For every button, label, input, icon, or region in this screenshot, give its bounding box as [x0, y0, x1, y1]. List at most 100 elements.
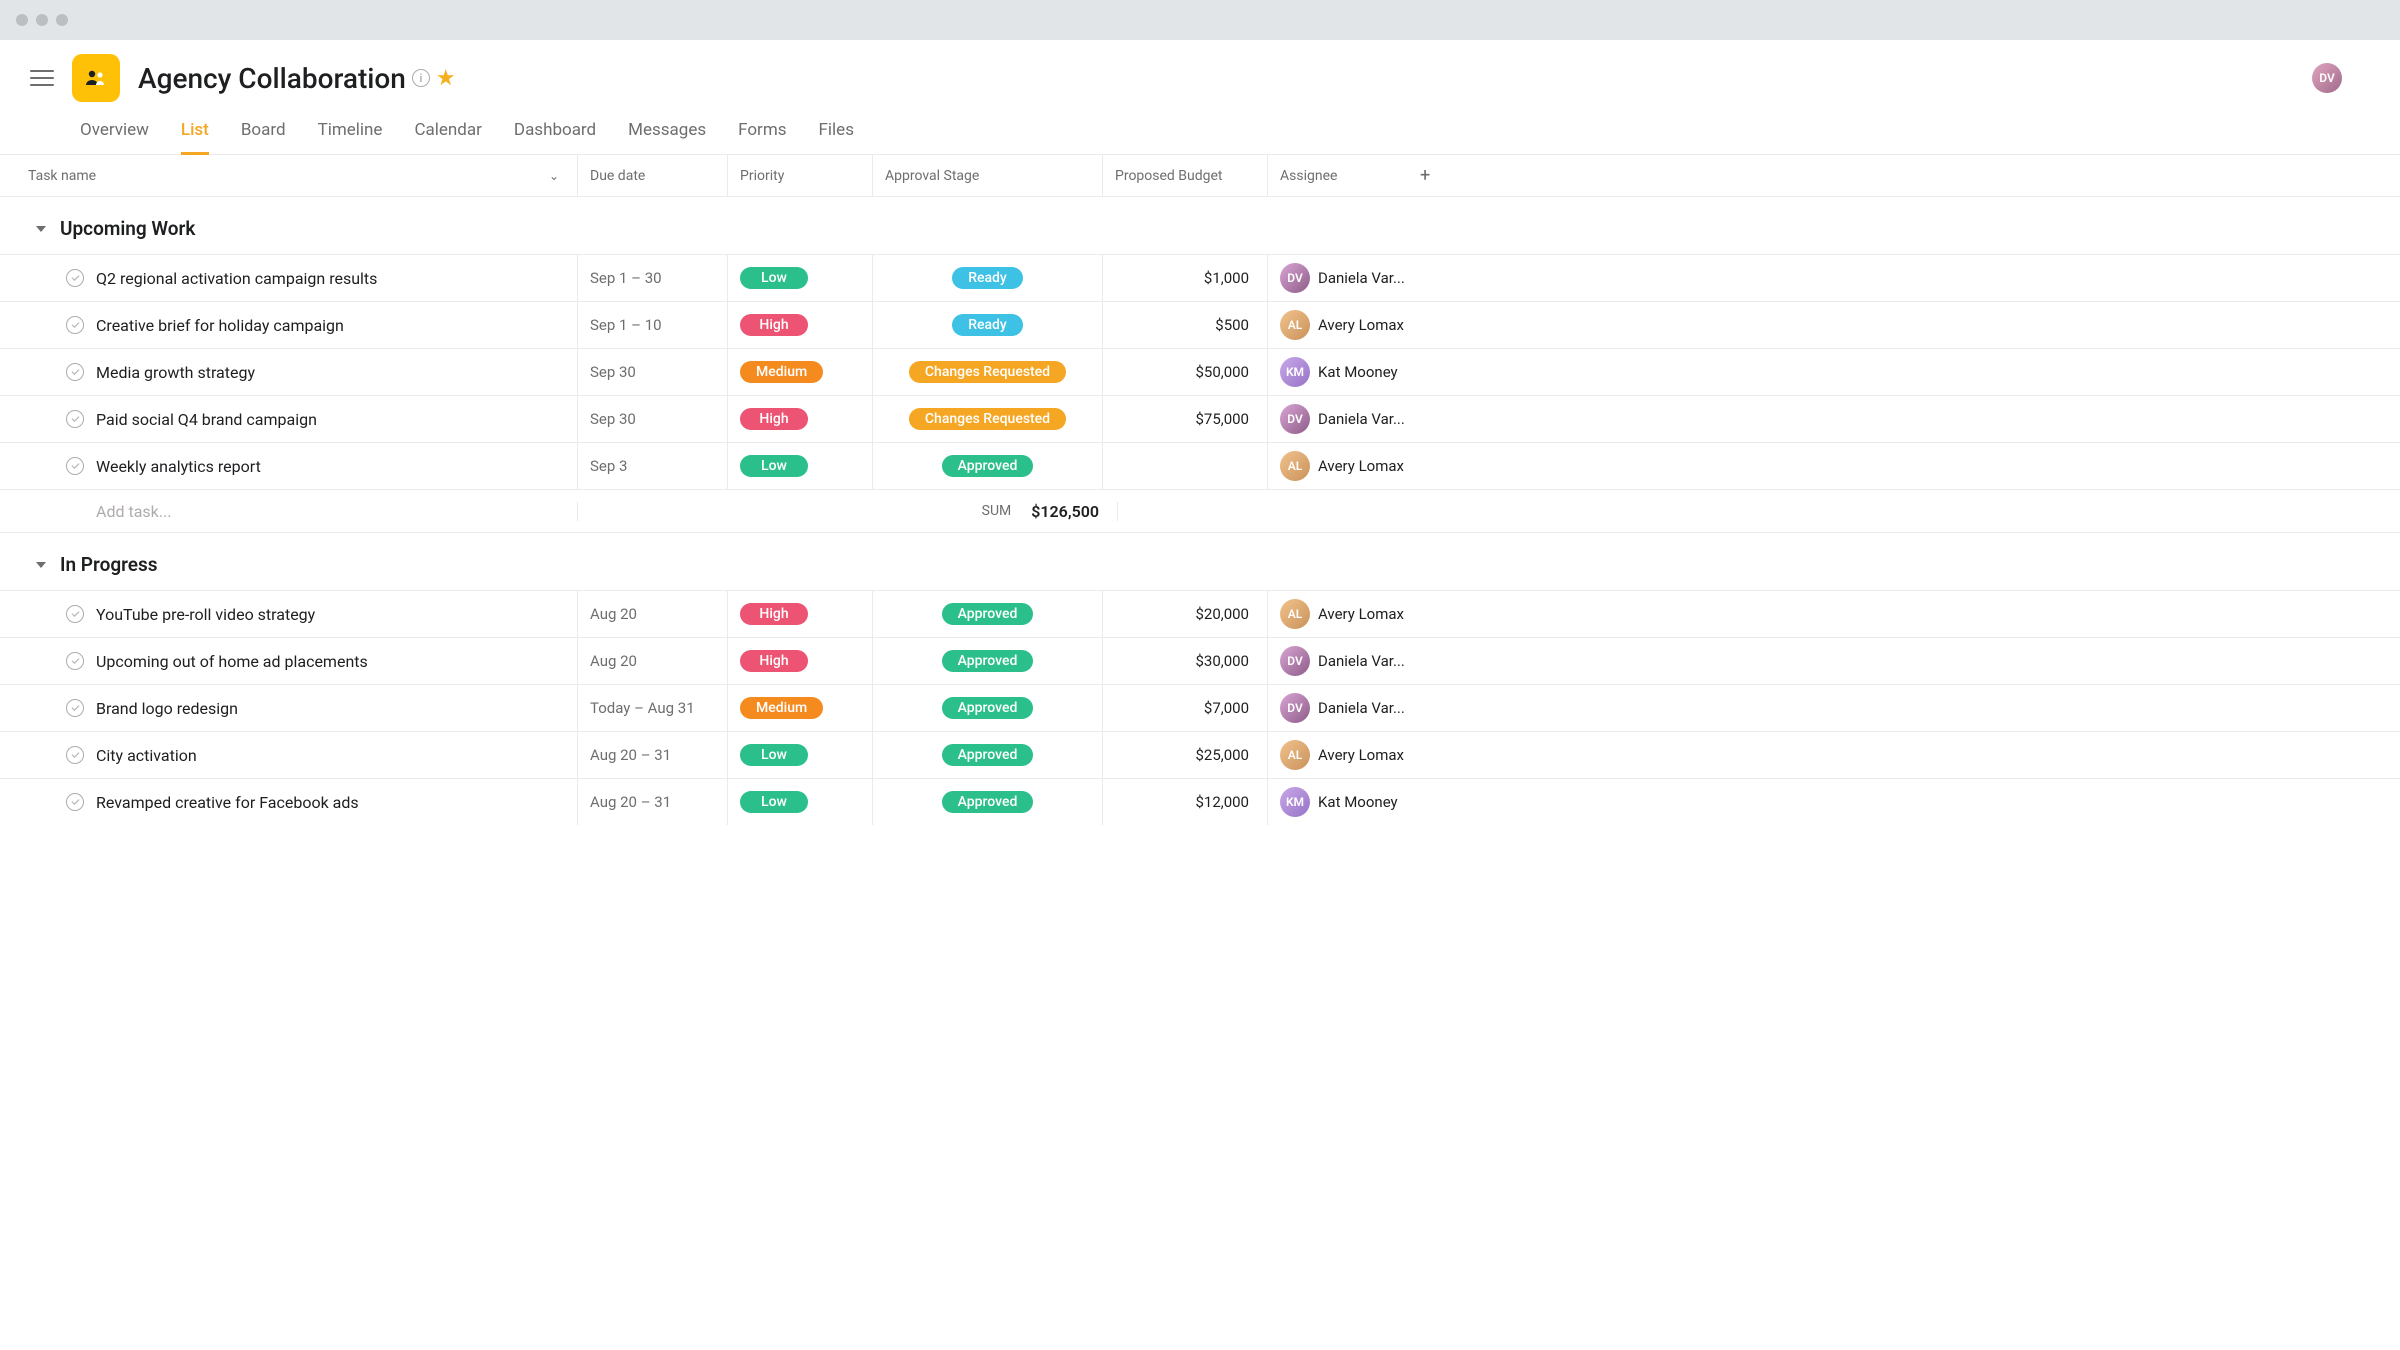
priority-cell[interactable]: High [728, 591, 873, 637]
star-icon[interactable]: ★ [436, 66, 456, 91]
tab-dashboard[interactable]: Dashboard [514, 120, 596, 155]
budget-cell[interactable]: $1,000 [1103, 255, 1268, 301]
approval-stage-cell[interactable]: Approved [873, 591, 1103, 637]
complete-task-icon[interactable] [66, 269, 84, 287]
assignee-cell[interactable]: DVDaniela Var... [1268, 685, 1417, 731]
budget-cell[interactable]: $25,000 [1103, 732, 1268, 778]
complete-task-icon[interactable] [66, 457, 84, 475]
due-date-cell[interactable]: Sep 1 – 10 [578, 302, 728, 348]
assignee-cell[interactable]: KMKat Mooney [1268, 779, 1410, 825]
priority-cell[interactable]: High [728, 638, 873, 684]
tab-timeline[interactable]: Timeline [318, 120, 383, 155]
tab-forms[interactable]: Forms [738, 120, 786, 155]
assignee-cell[interactable]: DVDaniela Var... [1268, 638, 1417, 684]
budget-cell[interactable]: $30,000 [1103, 638, 1268, 684]
approval-stage-cell[interactable]: Approved [873, 443, 1103, 489]
assignee-cell[interactable]: KMKat Mooney [1268, 349, 1410, 395]
approval-stage-cell[interactable]: Changes Requested [873, 349, 1103, 395]
complete-task-icon[interactable] [66, 363, 84, 381]
task-row[interactable]: Q2 regional activation campaign resultsS… [0, 254, 2400, 301]
task-name-cell[interactable]: Creative brief for holiday campaign [0, 302, 578, 348]
complete-task-icon[interactable] [66, 699, 84, 717]
task-row[interactable]: Upcoming out of home ad placementsAug 20… [0, 637, 2400, 684]
task-name-cell[interactable]: City activation [0, 732, 578, 778]
complete-task-icon[interactable] [66, 746, 84, 764]
task-name-cell[interactable]: Weekly analytics report [0, 443, 578, 489]
window-minimize-icon[interactable] [36, 14, 48, 26]
priority-cell[interactable]: High [728, 302, 873, 348]
task-name-cell[interactable]: Media growth strategy [0, 349, 578, 395]
complete-task-icon[interactable] [66, 316, 84, 334]
assignee-cell[interactable]: ALAvery Lomax [1268, 591, 1416, 637]
column-header-priority[interactable]: Priority [728, 155, 873, 196]
due-date-cell[interactable]: Aug 20 [578, 638, 728, 684]
budget-cell[interactable]: $500 [1103, 302, 1268, 348]
task-row[interactable]: Paid social Q4 brand campaignSep 30HighC… [0, 395, 2400, 442]
due-date-cell[interactable]: Sep 30 [578, 396, 728, 442]
priority-cell[interactable]: High [728, 396, 873, 442]
tab-files[interactable]: Files [819, 120, 854, 155]
task-name-cell[interactable]: Paid social Q4 brand campaign [0, 396, 578, 442]
task-name-cell[interactable]: YouTube pre-roll video strategy [0, 591, 578, 637]
section-collapse-icon[interactable] [36, 562, 46, 568]
hamburger-menu-icon[interactable] [30, 66, 54, 90]
window-zoom-icon[interactable] [56, 14, 68, 26]
add-task-row[interactable]: Add task...SUM$126,500 [0, 489, 2400, 533]
column-header-budget[interactable]: Proposed Budget [1103, 155, 1268, 196]
approval-stage-cell[interactable]: Ready [873, 302, 1103, 348]
approval-stage-cell[interactable]: Ready [873, 255, 1103, 301]
task-row[interactable]: Weekly analytics reportSep 3LowApproved A… [0, 442, 2400, 489]
task-name-cell[interactable]: Q2 regional activation campaign results [0, 255, 578, 301]
tab-calendar[interactable]: Calendar [414, 120, 481, 155]
assignee-cell[interactable]: DVDaniela Var... [1268, 255, 1417, 301]
section-header[interactable]: In Progress [0, 533, 2400, 590]
budget-cell[interactable]: $50,000 [1103, 349, 1268, 395]
section-header[interactable]: Upcoming Work [0, 197, 2400, 254]
budget-cell[interactable]: $20,000 [1103, 591, 1268, 637]
priority-cell[interactable]: Low [728, 779, 873, 825]
assignee-cell[interactable]: DVDaniela Var... [1268, 396, 1417, 442]
tab-overview[interactable]: Overview [80, 120, 149, 155]
task-row[interactable]: YouTube pre-roll video strategyAug 20Hig… [0, 590, 2400, 637]
column-header-assignee[interactable]: Assignee [1268, 155, 1408, 196]
tab-board[interactable]: Board [241, 120, 286, 155]
task-row[interactable]: Media growth strategySep 30MediumChanges… [0, 348, 2400, 395]
current-user-avatar[interactable]: DV [2312, 63, 2342, 93]
due-date-cell[interactable]: Sep 1 – 30 [578, 255, 728, 301]
task-name-cell[interactable]: Revamped creative for Facebook ads [0, 779, 578, 825]
task-name-cell[interactable]: Brand logo redesign [0, 685, 578, 731]
priority-cell[interactable]: Low [728, 443, 873, 489]
priority-cell[interactable]: Low [728, 255, 873, 301]
column-header-task[interactable]: Task name ⌄ [0, 155, 578, 196]
complete-task-icon[interactable] [66, 605, 84, 623]
budget-cell[interactable] [1103, 443, 1268, 489]
priority-cell[interactable]: Medium [728, 685, 873, 731]
task-row[interactable]: City activationAug 20 – 31LowApproved$25… [0, 731, 2400, 778]
column-header-due[interactable]: Due date [578, 155, 728, 196]
due-date-cell[interactable]: Aug 20 – 31 [578, 779, 728, 825]
window-close-icon[interactable] [16, 14, 28, 26]
due-date-cell[interactable]: Sep 30 [578, 349, 728, 395]
assignee-cell[interactable]: ALAvery Lomax [1268, 732, 1416, 778]
task-row[interactable]: Brand logo redesignToday – Aug 31MediumA… [0, 684, 2400, 731]
chevron-down-icon[interactable]: ⌄ [549, 169, 559, 183]
task-row[interactable]: Creative brief for holiday campaignSep 1… [0, 301, 2400, 348]
due-date-cell[interactable]: Aug 20 [578, 591, 728, 637]
column-header-stage[interactable]: Approval Stage [873, 155, 1103, 196]
budget-cell[interactable]: $12,000 [1103, 779, 1268, 825]
tab-messages[interactable]: Messages [628, 120, 706, 155]
tab-list[interactable]: List [181, 120, 209, 155]
budget-cell[interactable]: $75,000 [1103, 396, 1268, 442]
info-icon[interactable]: i [412, 69, 430, 87]
due-date-cell[interactable]: Today – Aug 31 [578, 685, 728, 731]
assignee-cell[interactable]: ALAvery Lomax [1268, 443, 1416, 489]
task-name-cell[interactable]: Upcoming out of home ad placements [0, 638, 578, 684]
budget-cell[interactable]: $7,000 [1103, 685, 1268, 731]
complete-task-icon[interactable] [66, 410, 84, 428]
due-date-cell[interactable]: Sep 3 [578, 443, 728, 489]
approval-stage-cell[interactable]: Approved [873, 732, 1103, 778]
priority-cell[interactable]: Medium [728, 349, 873, 395]
assignee-cell[interactable]: ALAvery Lomax [1268, 302, 1416, 348]
add-column-button[interactable]: + [1408, 155, 1442, 196]
task-row[interactable]: Revamped creative for Facebook adsAug 20… [0, 778, 2400, 825]
